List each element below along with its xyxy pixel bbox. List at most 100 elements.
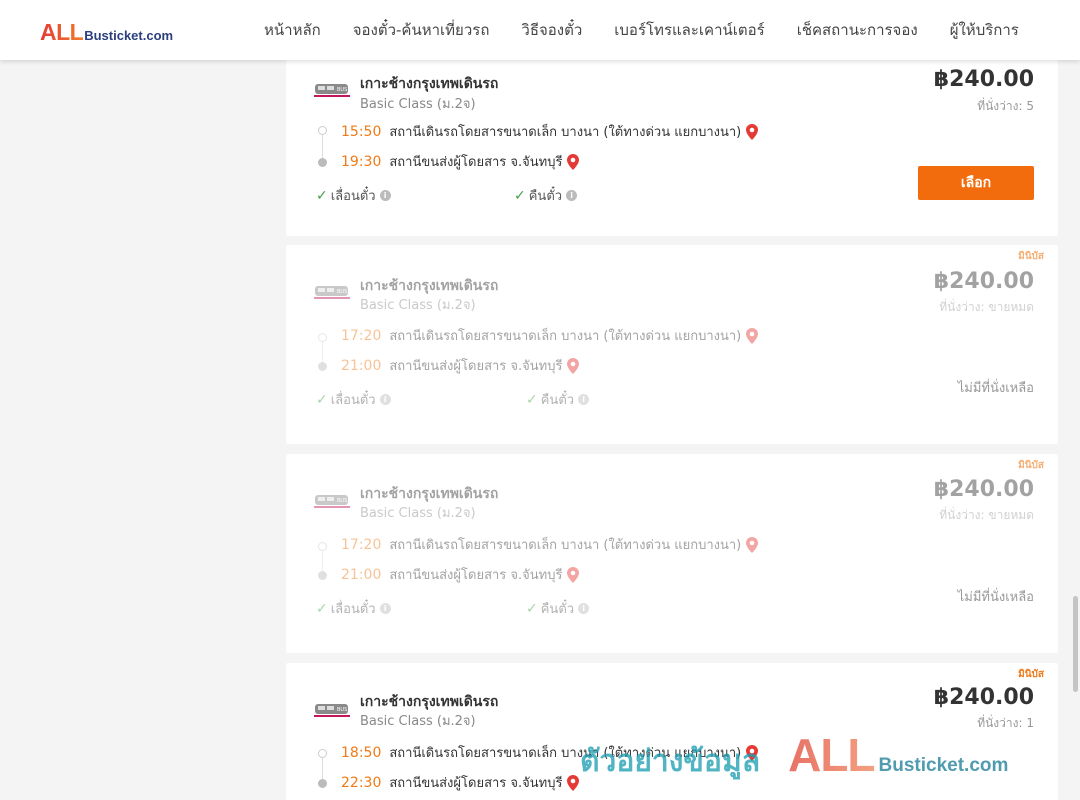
feature-refund: ✓ คืนตั๋ว i	[526, 389, 590, 410]
departure-station: สถานีเดินรถโดยสารขนาดเล็ก บางนา (ใต้ทางด…	[389, 125, 742, 140]
feature-reschedule: ✓ เลื่อนตั๋ว i	[316, 185, 391, 206]
feature-reschedule: ✓ เลื่อนตั๋ว i	[316, 598, 391, 619]
departure-time: 17:20	[341, 536, 382, 553]
departure-row: 17:20 สถานีเดินรถโดยสารขนาดเล็ก บางนา (ใ…	[341, 534, 759, 555]
arrival-row: 21:00 สถานีขนส่งผู้โดยสาร จ.จันทบุรี	[341, 564, 580, 585]
arrival-station: สถานีขนส่งผู้โดยสาร จ.จันทบุรี	[389, 359, 563, 374]
seats-available: ที่นั่งว่าง: 5	[977, 99, 1034, 113]
map-pin-icon[interactable]	[746, 123, 759, 140]
arrival-station: สถานีขนส่งผู้โดยสาร จ.จันทบุรี	[389, 776, 563, 791]
arrival-row: 22:30 สถานีขนส่งผู้โดยสาร จ.จันทบุรี	[341, 772, 580, 793]
feature-reschedule: ✓ เลื่อนตั๋ว i	[316, 389, 391, 410]
select-trip-button[interactable]: เลือก	[918, 166, 1034, 200]
feature-label: เลื่อนตั๋ว	[330, 602, 376, 617]
seats-available: ที่นั่งว่าง: ขายหมด	[939, 300, 1034, 314]
watermark-text: ตัวอย่างข้อมูล	[580, 744, 761, 779]
arrival-dot	[318, 571, 327, 580]
svg-text:BUS: BUS	[337, 289, 347, 295]
minibus-badge: มินิบัส	[1018, 251, 1044, 262]
arrival-row: 21:00 สถานีขนส่งผู้โดยสาร จ.จันทบุรี	[341, 355, 580, 376]
info-icon[interactable]: i	[379, 603, 391, 614]
check-icon: ✓	[316, 600, 328, 617]
bus-operator-logo: BUS	[314, 495, 350, 508]
arrival-station: สถานีขนส่งผู้โดยสาร จ.จันทบุรี	[389, 568, 563, 583]
feature-label: เลื่อนตั๋ว	[330, 393, 376, 408]
info-icon[interactable]: i	[379, 394, 391, 405]
departure-time: 17:20	[341, 327, 382, 344]
map-pin-icon[interactable]	[567, 153, 580, 170]
page-scrollbar[interactable]	[1070, 0, 1080, 800]
check-icon: ✓	[526, 391, 538, 408]
arrival-dot	[318, 779, 327, 788]
nav-check-booking[interactable]: เช็คสถานะการจอง	[781, 18, 934, 42]
check-icon: ✓	[316, 391, 328, 408]
bus-class: Basic Class (ม.2จ)	[360, 298, 476, 313]
info-icon[interactable]: i	[379, 190, 391, 201]
operator-name: เกาะช้างกรุงเทพเดินรถ	[360, 76, 499, 92]
trip-card: มินิบัส BUS เกาะช้างกรุงเทพเดินรถ Basic …	[286, 245, 1058, 444]
departure-station: สถานีเดินรถโดยสารขนาดเล็ก บางนา (ใต้ทางด…	[389, 329, 742, 344]
nav-contact-counter[interactable]: เบอร์โทรและเคาน์เตอร์	[598, 18, 780, 42]
departure-dot	[318, 542, 327, 551]
feature-label: คืนตั๋ว	[528, 189, 563, 204]
no-seats-left-label: ไม่มีที่นั่งเหลือ	[957, 590, 1034, 605]
nav-how-to-book[interactable]: วิธีจองตั๋ว	[505, 18, 598, 42]
feature-refund: ✓ คืนตั๋ว i	[526, 598, 590, 619]
bus-operator-logo: BUS	[314, 704, 350, 717]
fare-price: ฿240.00	[933, 685, 1034, 710]
departure-time: 15:50	[341, 123, 382, 140]
bus-operator-logo: BUS	[314, 286, 350, 299]
check-icon: ✓	[526, 600, 538, 617]
arrival-row: 19:30 สถานีขนส่งผู้โดยสาร จ.จันทบุรี	[341, 151, 580, 172]
arrival-time: 21:00	[341, 357, 382, 374]
map-pin-icon[interactable]	[567, 774, 580, 791]
info-icon[interactable]: i	[578, 603, 590, 614]
info-icon[interactable]: i	[578, 394, 590, 405]
fare-price: ฿240.00	[933, 67, 1034, 92]
map-pin-icon[interactable]	[567, 566, 580, 583]
departure-row: 17:20 สถานีเดินรถโดยสารขนาดเล็ก บางนา (ใ…	[341, 325, 759, 346]
check-icon: ✓	[316, 187, 328, 204]
seats-available: ที่นั่งว่าง: ขายหมด	[939, 508, 1034, 522]
trip-card: BUS เกาะช้างกรุงเทพเดินรถ Basic Class (ม…	[286, 52, 1058, 236]
arrival-station: สถานีขนส่งผู้โดยสาร จ.จันทบุรี	[389, 155, 563, 170]
svg-text:BUS: BUS	[337, 707, 347, 713]
watermark-logo-sub: Busticket.com	[878, 755, 1009, 776]
map-pin-icon[interactable]	[567, 357, 580, 374]
info-icon[interactable]: i	[566, 190, 578, 201]
sample-data-watermark: ตัวอย่างข้อมูล ALL Busticket.com	[580, 728, 1008, 785]
nav-book-ticket[interactable]: จองตั๋ว-ค้นหาเที่ยวรถ	[337, 18, 506, 42]
main-nav: หน้าหลัก จองตั๋ว-ค้นหาเที่ยวรถ วิธีจองตั…	[248, 0, 1035, 60]
svg-text:BUS: BUS	[337, 498, 347, 504]
departure-row: 15:50 สถานีเดินรถโดยสารขนาดเล็ก บางนา (ใ…	[341, 121, 759, 142]
minibus-badge: มินิบัส	[1018, 460, 1044, 471]
feature-label: คืนตั๋ว	[540, 602, 575, 617]
departure-dot	[318, 749, 327, 758]
map-pin-icon[interactable]	[746, 327, 759, 344]
nav-home[interactable]: หน้าหลัก	[248, 18, 337, 42]
trip-card: มินิบัส BUS เกาะช้างกรุงเทพเดินรถ Basic …	[286, 454, 1058, 653]
fare-price: ฿240.00	[933, 269, 1034, 294]
arrival-dot	[318, 362, 327, 371]
bus-class: Basic Class (ม.2จ)	[360, 714, 476, 729]
scrollbar-thumb[interactable]	[1073, 596, 1078, 692]
arrival-dot	[318, 158, 327, 167]
fare-price: ฿240.00	[933, 477, 1034, 502]
minibus-badge: มินิบัส	[1018, 669, 1044, 680]
feature-label: เลื่อนตั๋ว	[330, 189, 376, 204]
feature-label: คืนตั๋ว	[540, 393, 575, 408]
arrival-time: 19:30	[341, 153, 382, 170]
departure-time: 18:50	[341, 744, 382, 761]
feature-refund: ✓ คืนตั๋ว i	[514, 185, 578, 206]
departure-dot	[318, 126, 327, 135]
logo-main-text: ALL	[40, 19, 84, 45]
no-seats-left-label: ไม่มีที่นั่งเหลือ	[957, 381, 1034, 396]
check-icon: ✓	[514, 187, 526, 204]
logo-sub-text: Busticket.com	[84, 28, 174, 43]
arrival-time: 22:30	[341, 774, 382, 791]
site-logo[interactable]: ALL Busticket.com	[40, 19, 173, 46]
map-pin-icon[interactable]	[746, 536, 759, 553]
svg-text:BUS: BUS	[337, 87, 347, 93]
nav-operators[interactable]: ผู้ให้บริการ	[934, 18, 1035, 42]
departure-station: สถานีเดินรถโดยสารขนาดเล็ก บางนา (ใต้ทางด…	[389, 538, 742, 553]
